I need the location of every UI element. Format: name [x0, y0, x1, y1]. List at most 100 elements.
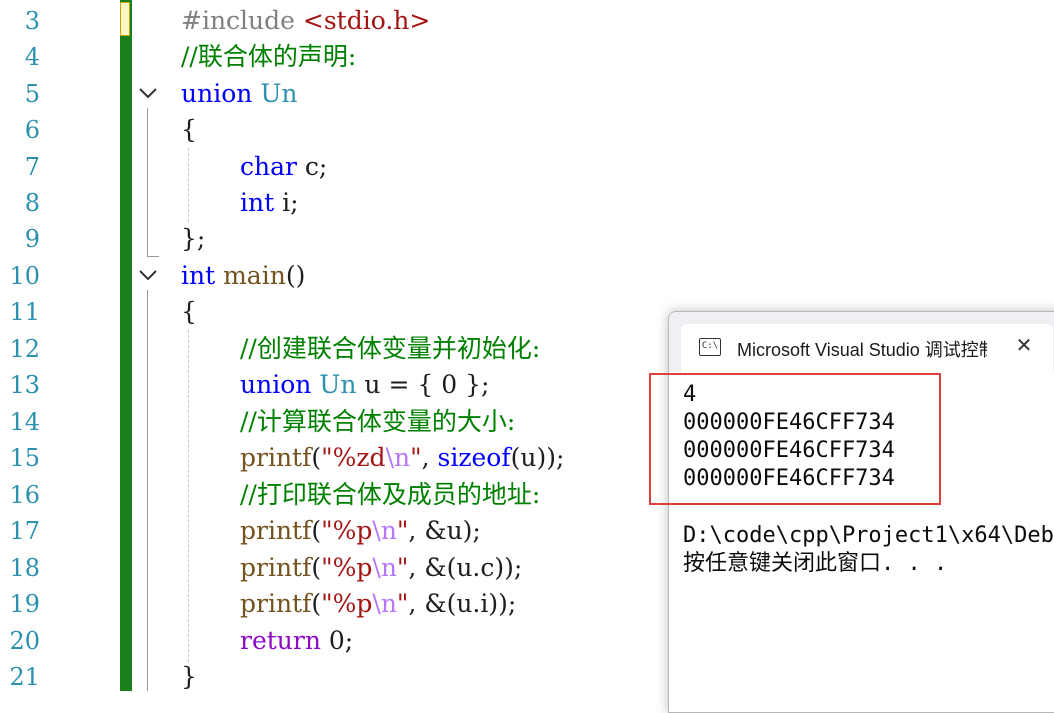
function-name: printf — [240, 516, 312, 545]
comment: //联合体的声明: — [181, 42, 357, 71]
line-number: 21 — [9, 663, 40, 691]
code-line-9: }; — [181, 221, 205, 257]
type-name: Un — [260, 79, 298, 108]
fold-region-line — [147, 290, 148, 691]
line-number: 19 — [9, 590, 40, 618]
line-number: 11 — [9, 298, 40, 326]
fold-region-line — [147, 108, 148, 256]
console-path-line: D:\code\cpp\Project1\x64\Debug — [683, 523, 1054, 548]
string-literal: "%p — [321, 516, 373, 545]
keyword: union — [181, 79, 253, 108]
code-line-7: char c; — [240, 149, 327, 185]
console-title: Microsoft Visual Studio 调试控制台 — [737, 340, 987, 360]
comment: //打印联合体及成员的地址: — [240, 480, 541, 509]
code-text: 0; — [320, 626, 354, 655]
escape-sequence: \n — [372, 516, 397, 545]
fold-region-end — [147, 256, 159, 257]
code-text: , &(u.i)); — [408, 589, 517, 618]
function-name: printf — [240, 443, 312, 472]
string-literal: " — [396, 516, 409, 545]
fold-chevron-icon[interactable] — [137, 264, 159, 286]
code-text: ( — [311, 553, 322, 582]
code-text: i; — [274, 188, 299, 217]
string-literal: " — [396, 553, 409, 582]
code-line-15: printf("%zd\n", sizeof(u)); — [240, 440, 564, 476]
keyword: union — [240, 370, 312, 399]
keyword: sizeof — [437, 443, 511, 472]
string-literal: "%zd — [321, 443, 386, 472]
line-number: 6 — [24, 116, 40, 144]
keyword: return — [240, 626, 321, 655]
line-number: 5 — [24, 80, 40, 108]
code-line-6: { — [181, 112, 197, 148]
brace: { — [181, 297, 197, 326]
fold-chevron-icon[interactable] — [137, 82, 159, 104]
code-text: ( — [311, 516, 322, 545]
escape-sequence: \n — [385, 443, 411, 472]
code-line-18: printf("%p\n", &(u.c)); — [240, 550, 522, 586]
line-number: 3 — [24, 7, 40, 35]
indent-guide — [188, 330, 189, 662]
console-tab-bar: C:\ Microsoft Visual Studio 调试控制台 ✕ — [669, 312, 1054, 372]
code-text: ( — [311, 589, 322, 618]
code-line-17: printf("%p\n", &u); — [240, 513, 481, 549]
function-name: main — [215, 261, 286, 290]
string-literal: " — [410, 443, 422, 472]
string-literal: "%p — [321, 553, 373, 582]
comment: //创建联合体变量并初始化: — [240, 334, 541, 363]
line-number: 17 — [9, 517, 40, 545]
line-number: 20 — [9, 627, 40, 655]
code-line-8: int i; — [240, 185, 299, 221]
code-text: u = { 0 }; — [356, 370, 490, 399]
line-number: 9 — [24, 225, 40, 253]
unsaved-change-marker — [120, 2, 130, 36]
brace: { — [181, 115, 197, 144]
line-number: 8 — [24, 189, 40, 217]
keyword: char — [240, 152, 297, 181]
code-line-3: #include <stdio.h> — [181, 3, 430, 39]
code-text: (u)); — [510, 443, 565, 472]
string-literal: "%p — [321, 589, 373, 618]
close-icon[interactable]: ✕ — [1011, 332, 1037, 358]
code-text: c; — [296, 152, 328, 181]
code-line-12: //创建联合体变量并初始化: — [240, 331, 540, 367]
code-text: () — [285, 261, 306, 290]
code-text: , &u); — [408, 516, 481, 545]
line-number: 4 — [24, 43, 40, 71]
change-tracking-bar — [120, 0, 132, 691]
comment: //计算联合体变量的大小: — [240, 407, 516, 436]
code-line-5: union Un — [181, 76, 297, 112]
code-line-13: union Un u = { 0 }; — [240, 367, 489, 403]
line-number: 16 — [9, 481, 40, 509]
console-tab[interactable]: C:\ Microsoft Visual Studio 调试控制台 ✕ — [681, 324, 1053, 372]
code-line-21: } — [181, 659, 197, 695]
line-number: 7 — [24, 153, 40, 181]
brace: } — [181, 662, 197, 691]
code-line-4: //联合体的声明: — [181, 39, 356, 75]
escape-sequence: \n — [372, 553, 397, 582]
keyword: int — [181, 261, 216, 290]
code-line-19: printf("%p\n", &(u.i)); — [240, 586, 516, 622]
line-number: 12 — [9, 335, 40, 363]
code-line-20: return 0; — [240, 623, 353, 659]
string-literal: " — [396, 589, 409, 618]
function-name: printf — [240, 589, 312, 618]
line-number: 15 — [9, 444, 40, 472]
code-line-11: { — [181, 294, 197, 330]
code-line-14: //计算联合体变量的大小: — [240, 404, 515, 440]
function-name: printf — [240, 553, 312, 582]
console-press-key-line: 按任意键关闭此窗口. . . — [683, 551, 948, 576]
directive: #include — [181, 6, 295, 35]
line-number: 18 — [9, 554, 40, 582]
line-number: 10 — [9, 262, 40, 290]
code-text: , — [421, 443, 438, 472]
type-name: Un — [311, 370, 357, 399]
terminal-icon: C:\ — [699, 338, 721, 356]
debug-console-window[interactable]: C:\ Microsoft Visual Studio 调试控制台 ✕ 4 00… — [668, 311, 1054, 713]
line-number: 13 — [9, 371, 40, 399]
brace: }; — [181, 224, 206, 253]
code-line-16: //打印联合体及成员的地址: — [240, 477, 540, 513]
escape-sequence: \n — [372, 589, 397, 618]
line-number: 14 — [9, 408, 40, 436]
output-highlight-box — [649, 373, 941, 505]
